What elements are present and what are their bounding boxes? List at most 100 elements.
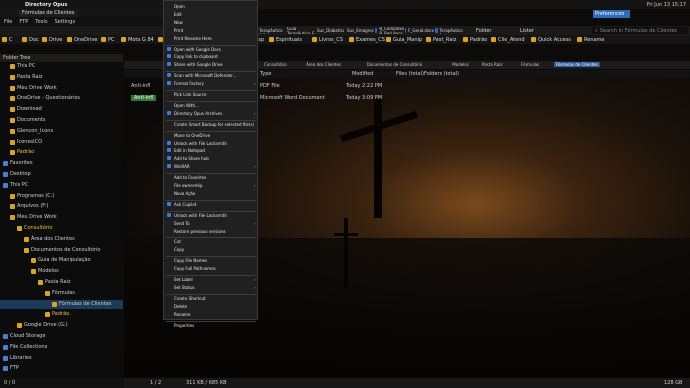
tab-formulas-de-clientes[interactable]: Fórmulas de Clientes — [18, 10, 79, 17]
context-menu-item[interactable]: Share with Google Drive — [167, 62, 223, 67]
context-menu-item[interactable]: New — [174, 20, 183, 25]
favorite-link[interactable]: Padrão — [463, 36, 487, 43]
tree-node[interactable]: Libraries — [3, 354, 32, 363]
context-menu-item[interactable]: Unlock with File Locksmith — [167, 140, 227, 146]
recent-file-button[interactable]: Guia Terapêutico 1.docx — [435, 27, 464, 34]
tree-node[interactable]: Favorites — [3, 159, 33, 168]
context-menu-item[interactable]: File ownership › — [174, 183, 256, 188]
tree-node[interactable]: OneDrive - Questionários — [10, 94, 80, 103]
context-menu-item[interactable]: Move to OneDrive — [174, 133, 210, 138]
recent-file-button[interactable]: Suc_Emagrecimento.docx — [345, 27, 374, 34]
favorite-link[interactable]: C — [2, 36, 13, 43]
context-menu-item[interactable]: Unlock with File Locksmith — [167, 212, 227, 218]
context-menu-item[interactable]: Delete — [174, 304, 187, 309]
favorite-link[interactable]: Doc — [22, 36, 39, 43]
favorite-link[interactable]: Quick Access — [531, 36, 571, 43]
context-menu-item[interactable]: Nova Ação — [174, 191, 195, 196]
tree-node[interactable]: Pasta Raiz — [38, 278, 71, 287]
context-menu-item[interactable]: Edit — [174, 12, 182, 17]
context-menu-item[interactable]: WinRAR › — [167, 164, 256, 169]
favorite-link[interactable]: Clie_Atend — [491, 36, 525, 43]
recent-file-button[interactable]: F_Geral.docx — [405, 27, 434, 34]
breadcrumb-item[interactable]: Fórmulas — [521, 62, 539, 67]
context-menu-item[interactable]: Set Label › — [174, 277, 256, 282]
context-menu-item[interactable]: Open With... — [174, 103, 199, 108]
tree-node[interactable]: Consultório — [17, 224, 52, 233]
tree-node[interactable]: Padrão — [10, 148, 34, 157]
tree-node[interactable]: Cloud Storage — [3, 332, 45, 341]
tree-node[interactable]: Documents — [10, 116, 46, 125]
context-menu-item[interactable]: Properties — [174, 323, 194, 328]
breadcrumb-item[interactable]: Documentos de Consultório — [367, 62, 423, 67]
tree-node[interactable]: FTP — [3, 364, 19, 373]
context-menu-item[interactable]: Set Status › — [174, 285, 256, 290]
menu-1[interactable]: FTP — [19, 19, 28, 25]
context-menu-item[interactable]: Restore previous versions — [174, 229, 226, 234]
favorite-link[interactable]: PC — [101, 36, 115, 43]
recent-file-button[interactable]: Guia Terapêutico 2.1.docx — [255, 27, 284, 34]
favorite-link[interactable]: Guia_Manip — [386, 36, 422, 43]
breadcrumb-item[interactable]: Fórmulas de Clientes — [553, 62, 600, 67]
column-folders-total[interactable]: Folders (total) — [424, 71, 459, 77]
favorite-link[interactable]: Drive — [42, 36, 62, 43]
context-menu-item[interactable]: Create Smart Backup for selected file(s) — [174, 122, 254, 127]
favorite-link[interactable]: Exames_CS — [349, 36, 385, 43]
menu-3[interactable]: Settings — [55, 19, 76, 25]
context-menu-item[interactable]: Open with Google Docs — [167, 46, 221, 52]
tree-node[interactable]: This PC — [10, 62, 35, 71]
tree-node[interactable]: Programas (C:) — [10, 192, 54, 201]
recent-file-button[interactable]: B_Complexo B_Red.docx — [375, 27, 404, 34]
context-menu-item[interactable]: Send To › — [174, 221, 256, 226]
tree-node[interactable]: Guia de Manipulação — [31, 256, 91, 265]
context-menu-item[interactable]: Print Rename Here — [174, 36, 212, 41]
breadcrumb-item[interactable]: Área dos Clientes — [306, 62, 341, 67]
context-menu-item[interactable]: Cut — [174, 239, 181, 244]
tree-node[interactable]: Glencon_Icons — [10, 127, 53, 136]
tree-node[interactable]: Desktop — [3, 170, 31, 179]
tree-node[interactable]: Pasta Raiz — [10, 73, 43, 82]
menu-2[interactable]: Tools — [35, 19, 47, 25]
breadcrumb-item[interactable]: Modelos — [452, 62, 469, 67]
tree-node[interactable]: Documentos de Consultório — [24, 246, 100, 255]
tree-node[interactable]: IconesICO — [10, 138, 42, 147]
context-menu-item[interactable]: Copy File Names — [174, 258, 207, 263]
context-menu-item[interactable]: Rename — [174, 312, 190, 317]
tree-node[interactable]: Fórmulas — [45, 289, 75, 298]
preferences-button[interactable]: Preferences — [593, 10, 630, 18]
favorite-link[interactable]: Espirituais — [269, 36, 302, 43]
tree-node[interactable]: Meu Drive Work — [10, 84, 57, 93]
tree-node[interactable]: This PC — [3, 181, 28, 190]
context-menu-item[interactable]: Pick Link Source — [174, 92, 206, 97]
context-menu-item[interactable]: Format Factory › — [167, 81, 256, 86]
favorite-link[interactable]: Past_Raiz — [426, 36, 456, 43]
column-type[interactable]: Type — [260, 71, 271, 77]
favorite-link[interactable]: Rename — [577, 36, 605, 43]
tree-node[interactable]: Meu Drive Work — [10, 213, 57, 222]
context-menu-item[interactable]: Copy — [174, 247, 184, 252]
context-menu-item[interactable]: Scan with Microsoft Defender... — [167, 73, 236, 78]
tree-node[interactable]: Arquivos (F:) — [10, 202, 48, 211]
context-menu-item[interactable]: Print — [174, 28, 183, 33]
column-modified[interactable]: Modified — [352, 71, 373, 77]
tree-node[interactable]: File Collections — [3, 343, 47, 352]
tree-node[interactable]: Área dos Clientes — [24, 235, 75, 244]
context-menu-item[interactable]: Edit in Notepad — [167, 148, 205, 153]
breadcrumb-item[interactable]: Pasta Raiz — [482, 62, 502, 67]
tree-node[interactable]: Google Drive (G:) — [17, 321, 68, 330]
context-menu-item[interactable]: Add to Favorites — [174, 175, 206, 180]
tree-node[interactable]: Fórmulas de Clientes — [0, 299, 123, 309]
tree-node[interactable]: Modelos — [31, 267, 59, 276]
lister-button[interactable]: Lister — [520, 27, 534, 34]
recent-file-button[interactable]: Guia Terapêutico_EM.docx — [285, 27, 314, 34]
folder-button[interactable]: Folder — [476, 27, 491, 34]
menu-0[interactable]: File — [4, 19, 12, 25]
recent-file-button[interactable]: Suc_Diabetico.docx — [315, 27, 344, 34]
tree-node[interactable]: Padrão — [45, 310, 69, 319]
favorite-link[interactable]: Moto G 84 — [121, 36, 154, 43]
favorite-link[interactable]: OneDrive — [67, 36, 98, 43]
context-menu-item[interactable]: Open — [174, 4, 185, 9]
context-menu-item[interactable]: Copy link to clipboard — [167, 54, 218, 59]
folder-tree[interactable]: This PC Pasta Raiz Meu Drive Work OneDrive … — [0, 62, 123, 378]
context-menu-item[interactable]: Directory Opus Archives › — [167, 110, 256, 116]
context-menu-item[interactable]: Add to Share hub — [167, 156, 209, 161]
